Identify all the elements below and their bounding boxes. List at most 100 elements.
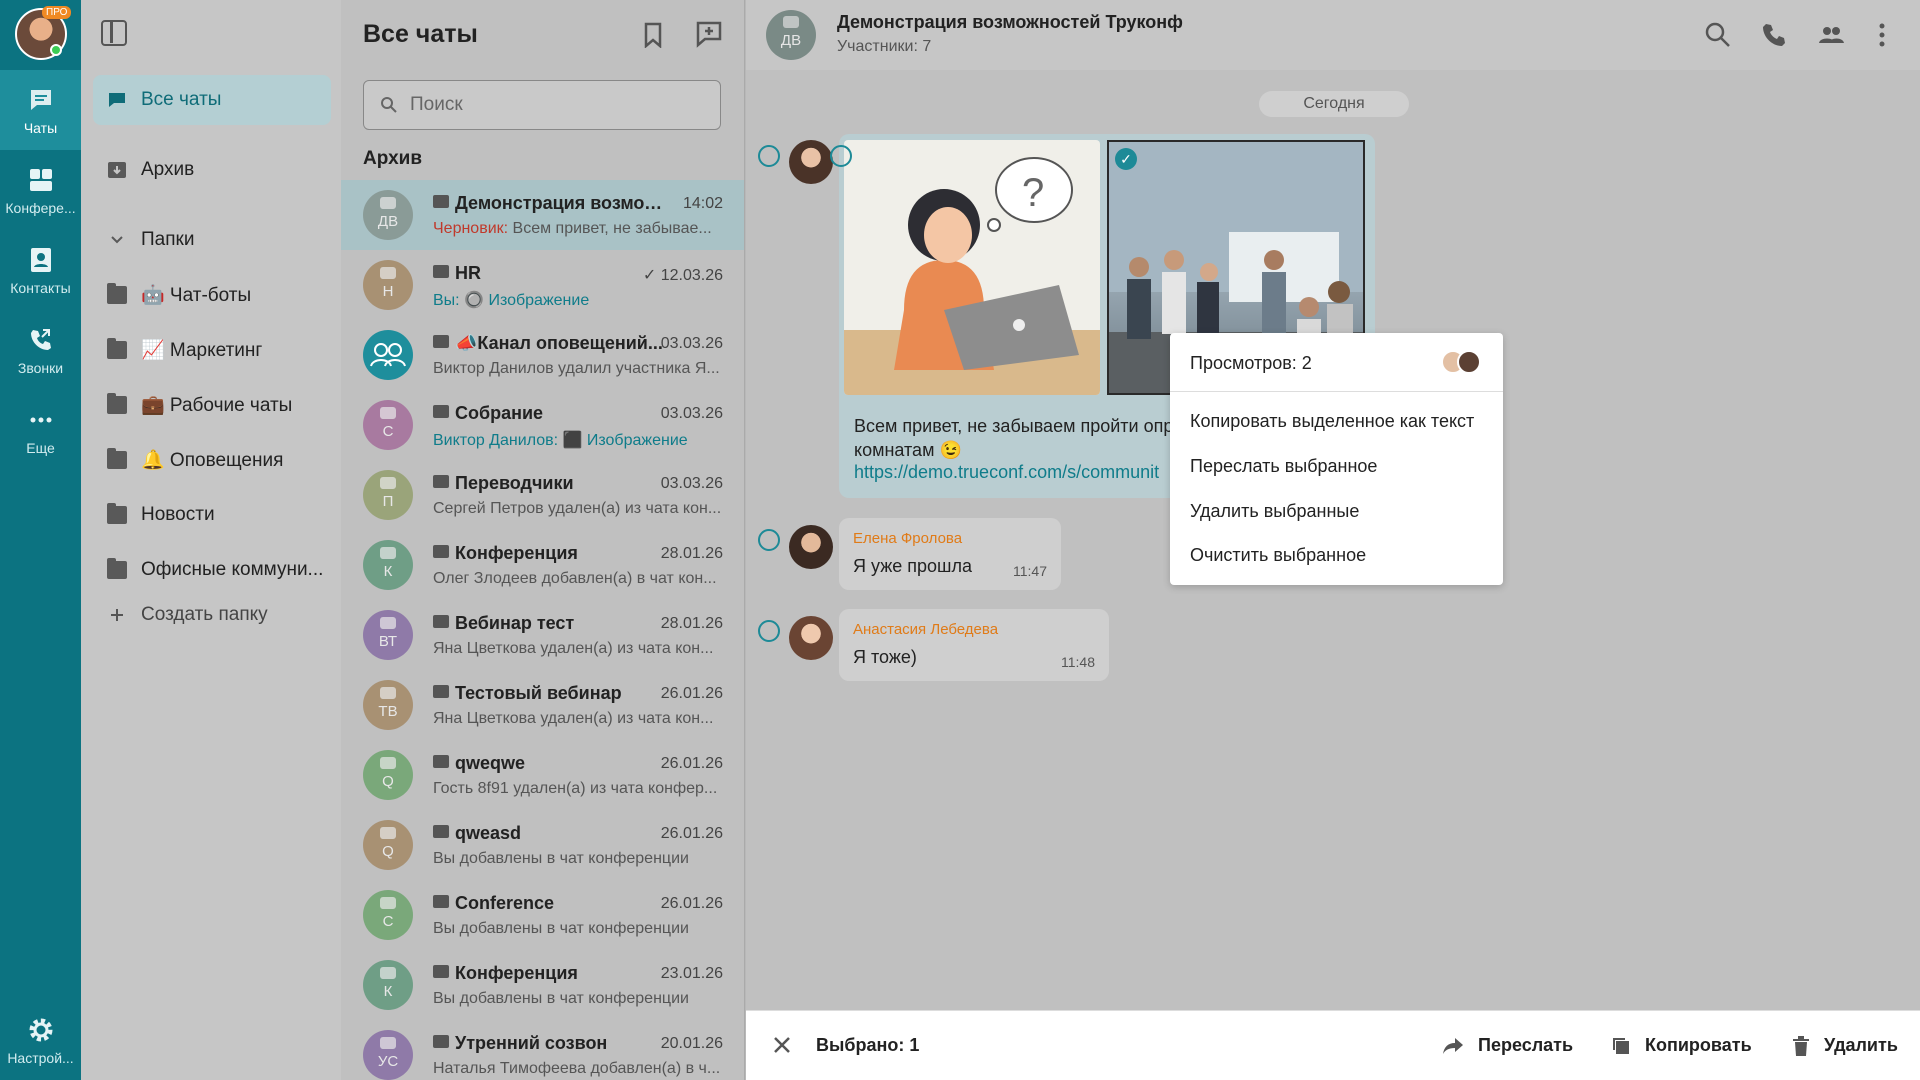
search-input[interactable]: Поиск: [363, 80, 721, 130]
rail-item-conferences[interactable]: Конфере...: [0, 150, 81, 230]
select-message-checkbox[interactable]: [758, 145, 780, 167]
selected-count: Выбрано: 1: [816, 1035, 920, 1055]
chat-type-icon: [380, 967, 396, 979]
chat-avatar: К: [363, 960, 413, 1010]
select-message-checkbox[interactable]: [758, 529, 780, 551]
views-count[interactable]: Просмотров: 2: [1190, 353, 1312, 374]
chat-avatar-initials: ТВ: [378, 703, 398, 720]
chat-avatar-initials: П: [382, 493, 394, 510]
chat-avatar: Q: [363, 820, 413, 870]
selected-check-icon[interactable]: ✓: [1115, 148, 1137, 170]
chat-avatar-initials: ВТ: [378, 633, 398, 650]
sender-avatar[interactable]: [789, 140, 833, 184]
chat-date: 03.03.26: [660, 475, 723, 492]
chat-type-icon: [433, 545, 449, 558]
chat-date: 26.01.26: [660, 825, 723, 842]
chat-name-text: Демонстрация возмож...: [455, 193, 663, 213]
delete-button[interactable]: Удалить: [1792, 1035, 1898, 1056]
folder-chatbots[interactable]: 🤖 Чат-боты: [93, 270, 331, 320]
viewers-avatars[interactable]: [1439, 349, 1483, 375]
sender-avatar[interactable]: [789, 525, 833, 569]
select-image-checkbox[interactable]: [830, 145, 852, 167]
chat-list-item[interactable]: К Конференция 23.01.26 Вы добавлены в чат к…: [341, 950, 744, 1020]
preview-text: 🔘 Изображение: [459, 292, 590, 309]
rail-item-more[interactable]: Еще: [0, 390, 81, 470]
chat-name: 📣Канал оповещений...: [433, 333, 663, 354]
preview-text: Всем привет, не забывае...: [508, 220, 712, 237]
search-icon[interactable]: [1704, 21, 1732, 49]
sender-avatar[interactable]: [789, 616, 833, 660]
folder-label: 🤖 Чат-боты: [141, 285, 252, 306]
new-chat-icon[interactable]: [695, 20, 723, 48]
message-bubble[interactable]: Елена Фролова Я уже прошла 11:47: [839, 518, 1061, 590]
chat-list-item[interactable]: ДВ Демонстрация возмож... 14:02 Черновик: В…: [341, 180, 744, 250]
chat-list-item[interactable]: ТВ Тестовый вебинар 26.01.26 Яна Цветкова у…: [341, 670, 744, 740]
chat-avatar: ВТ: [363, 610, 413, 660]
chat-list-item[interactable]: 📣Канал оповещений... 03.03.26 Виктор Данил…: [341, 320, 744, 390]
forward-button[interactable]: Переслать: [1442, 1035, 1573, 1056]
chat-preview: Наталья Тимофеева добавлен(а) в ч...: [433, 1060, 725, 1078]
chat-list-item[interactable]: Qqweasd 26.01.26 Вы добавлены в чат конфер…: [341, 810, 744, 880]
rail-item-calls[interactable]: Звонки: [0, 310, 81, 390]
message-sender[interactable]: Елена Фролова: [853, 530, 962, 547]
chat-date: 26.01.26: [660, 895, 723, 912]
context-menu: Просмотров: 2 Копировать выделенное как …: [1170, 333, 1503, 585]
chat-list-item[interactable]: С Собрание 03.03.26 Виктор Данилов: ⬛ Изобр…: [341, 390, 744, 460]
chat-list-item[interactable]: C Conference 26.01.26 Вы добавлены в чат ко…: [341, 880, 744, 950]
more-vertical-icon[interactable]: [1868, 21, 1896, 49]
chat-list-item[interactable]: ВТ Вебинар тест 28.01.26 Яна Цветкова удале…: [341, 600, 744, 670]
chat-type-icon: [380, 197, 396, 209]
message-link[interactable]: https://demo.trueconf.com/s/communit: [854, 462, 1174, 483]
menu-clear-selection[interactable]: Очистить выбранное: [1190, 545, 1366, 566]
menu-copy-as-text[interactable]: Копировать выделенное как текст: [1190, 411, 1474, 432]
folder-marketing[interactable]: 📈 Маркетинг: [93, 325, 331, 375]
folder-work-chats[interactable]: 💼 Рабочие чаты: [93, 380, 331, 430]
folder-label: Архив: [141, 159, 195, 180]
section-archive-label: Архив: [363, 148, 423, 169]
chat-list-item[interactable]: Н HR ✓ 12.03.26 Вы: 🔘 Изображение: [341, 250, 744, 320]
folder-icon: [107, 393, 127, 414]
rail-item-settings[interactable]: Настрой...: [0, 1000, 81, 1080]
nav-rail: ПРО Чаты Конфере... Контакты Звонки Еще …: [0, 0, 81, 1080]
chat-list-item[interactable]: Qqweqwe 26.01.26 Гость 8f91 удален(а) из ч…: [341, 740, 744, 810]
chat-type-icon: [433, 615, 449, 628]
chat-name: Собрание: [433, 403, 663, 424]
chat-type-icon: [380, 547, 396, 559]
rail-item-chats[interactable]: Чаты: [0, 70, 81, 150]
phone-icon[interactable]: [1760, 21, 1788, 49]
chat-name: Утренний созвон: [433, 1033, 663, 1054]
chat-type-icon: [380, 267, 396, 279]
message-bubble[interactable]: Анастасия Лебедева Я тоже) 11:48: [839, 609, 1109, 681]
folder-group-toggle[interactable]: Папки: [93, 215, 331, 265]
close-icon[interactable]: [770, 1033, 794, 1057]
folder-news[interactable]: Новости: [93, 490, 331, 540]
folder-office[interactable]: Офисные коммуни...: [93, 545, 331, 595]
menu-divider: [1170, 391, 1503, 392]
folder-all-chats[interactable]: Все чаты: [93, 75, 331, 125]
chat-list-item[interactable]: К Конференция 28.01.26 Олег Злодеев добавле…: [341, 530, 744, 600]
message-time: 11:48: [1061, 654, 1095, 670]
rail-label: Звонки: [17, 360, 64, 376]
folder-label: Создать папку: [141, 604, 268, 625]
select-message-checkbox[interactable]: [758, 620, 780, 642]
chat-avatar[interactable]: ДВ: [766, 10, 816, 60]
copy-button[interactable]: Копировать: [1611, 1035, 1752, 1056]
menu-delete-selected[interactable]: Удалить выбранные: [1190, 501, 1359, 522]
message-sender[interactable]: Анастасия Лебедева: [853, 621, 998, 638]
message-text: Всем привет, не забываем пройти опр комн…: [854, 414, 1173, 462]
menu-forward-selected[interactable]: Переслать выбранное: [1190, 456, 1377, 477]
participants-icon[interactable]: [1817, 21, 1845, 49]
folder-notifications[interactable]: 🔔 Оповещения: [93, 435, 331, 485]
folder-archive[interactable]: Архив: [93, 145, 331, 195]
sidebar-toggle-icon[interactable]: [101, 20, 127, 46]
chat-list-item[interactable]: П Переводчики 03.03.26 Сергей Петров удален…: [341, 460, 744, 530]
bookmark-icon[interactable]: [643, 22, 663, 48]
rail-item-contacts[interactable]: Контакты: [0, 230, 81, 310]
create-folder-button[interactable]: Создать папку: [93, 590, 331, 640]
chat-title[interactable]: Демонстрация возможностей Труконф: [837, 12, 1183, 33]
chat-name: HR: [433, 263, 663, 284]
chat-name: Конференция: [433, 963, 663, 984]
message-image[interactable]: ?: [844, 140, 1100, 395]
chat-list-item[interactable]: УС Утренний созвон 20.01.26 Наталья Тимофее…: [341, 1020, 744, 1080]
delete-label: Удалить: [1824, 1035, 1898, 1055]
